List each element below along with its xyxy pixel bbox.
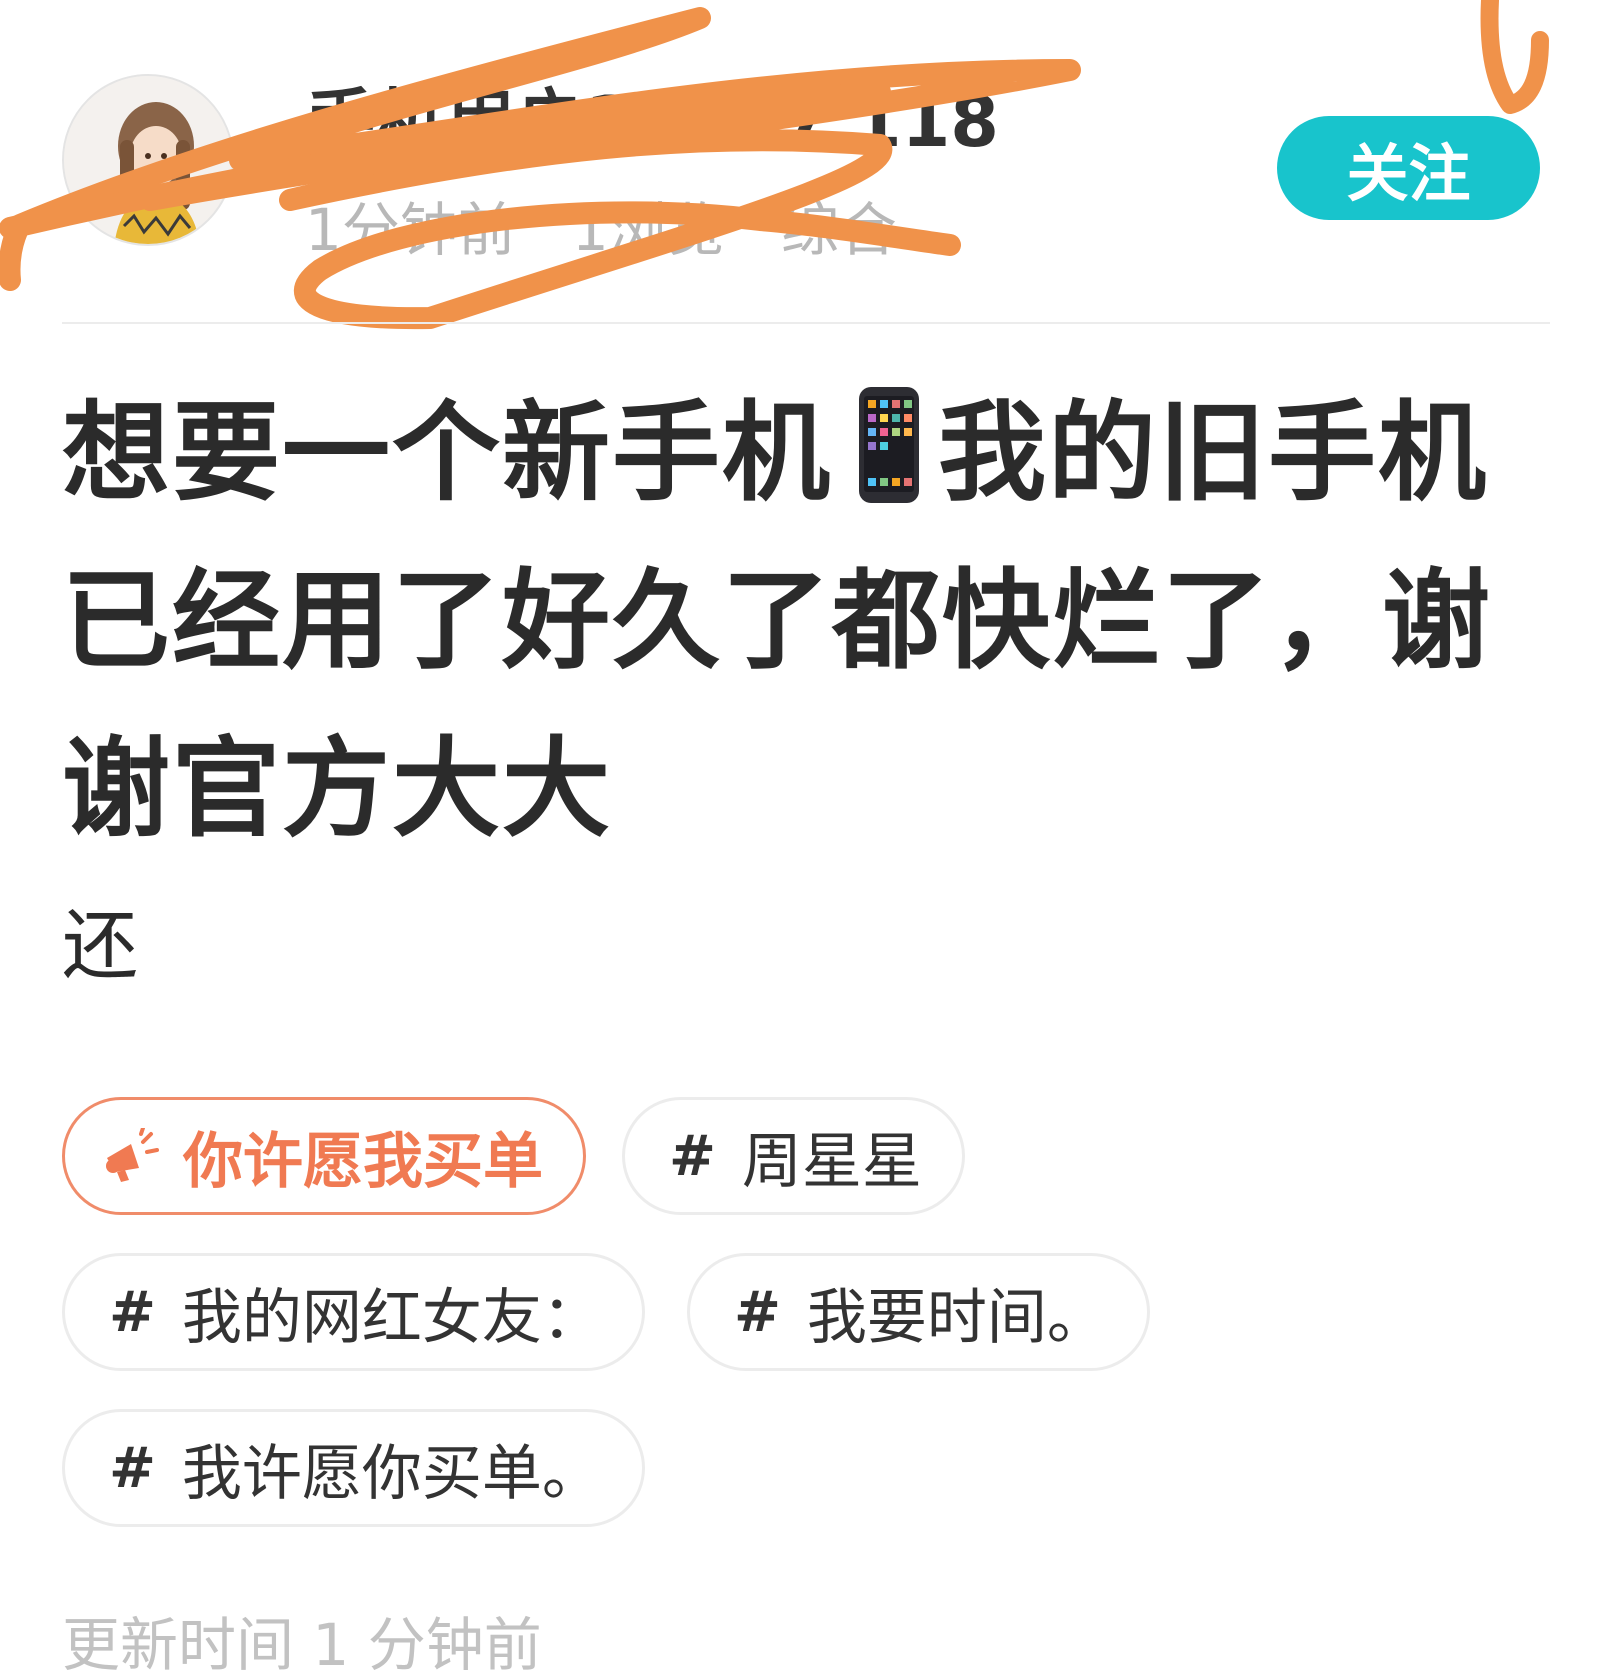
tag-topic[interactable]: # 我许愿你买单。 (62, 1409, 645, 1527)
view-count: 1浏览 (571, 196, 725, 264)
mobile-phone-icon (859, 387, 920, 503)
hash-icon: # (109, 1279, 156, 1345)
post-category: 综合 (780, 196, 897, 264)
update-time: 更新时间 1 分钟前 (62, 1611, 542, 1679)
avatar-illustration (64, 76, 232, 244)
hash-icon: # (109, 1435, 156, 1501)
tag-topic[interactable]: # 我的网红女友： (62, 1253, 645, 1371)
tag-activity[interactable]: 你许愿我买单 (62, 1097, 586, 1215)
username[interactable]: 手机用户11047 118 (305, 80, 999, 164)
follow-button[interactable]: 关注 (1277, 116, 1540, 220)
tag-label: 我要时间。 (806, 1282, 1107, 1353)
tag-label: 我许愿你买单。 (181, 1438, 602, 1509)
post-body: 还 (62, 901, 138, 990)
post-header: 手机用户11047 118 1分钟前 1浏览 综合 关注 (0, 0, 1600, 325)
post-title-part1: 想要一个新手机 (62, 391, 833, 516)
tag-label: 我的网红女友： (181, 1282, 602, 1353)
tag-label: 你许愿我买单 (183, 1126, 543, 1197)
post-time: 1分钟前 (305, 196, 516, 264)
header-divider (62, 322, 1550, 324)
user-avatar[interactable] (62, 74, 234, 246)
tag-label: 周星星 (741, 1126, 922, 1197)
post-title: 想要一个新手机 我的旧手机已经用了好久了都快烂了，谢谢官方大大 (62, 370, 1542, 874)
megaphone-icon (106, 1128, 159, 1182)
post-meta: 1分钟前 1浏览 综合 (305, 195, 953, 265)
hash-icon: # (734, 1279, 781, 1345)
tag-topic[interactable]: # 我要时间。 (687, 1253, 1150, 1371)
tag-topic[interactable]: # 周星星 (622, 1097, 965, 1215)
hash-icon: # (669, 1123, 716, 1189)
